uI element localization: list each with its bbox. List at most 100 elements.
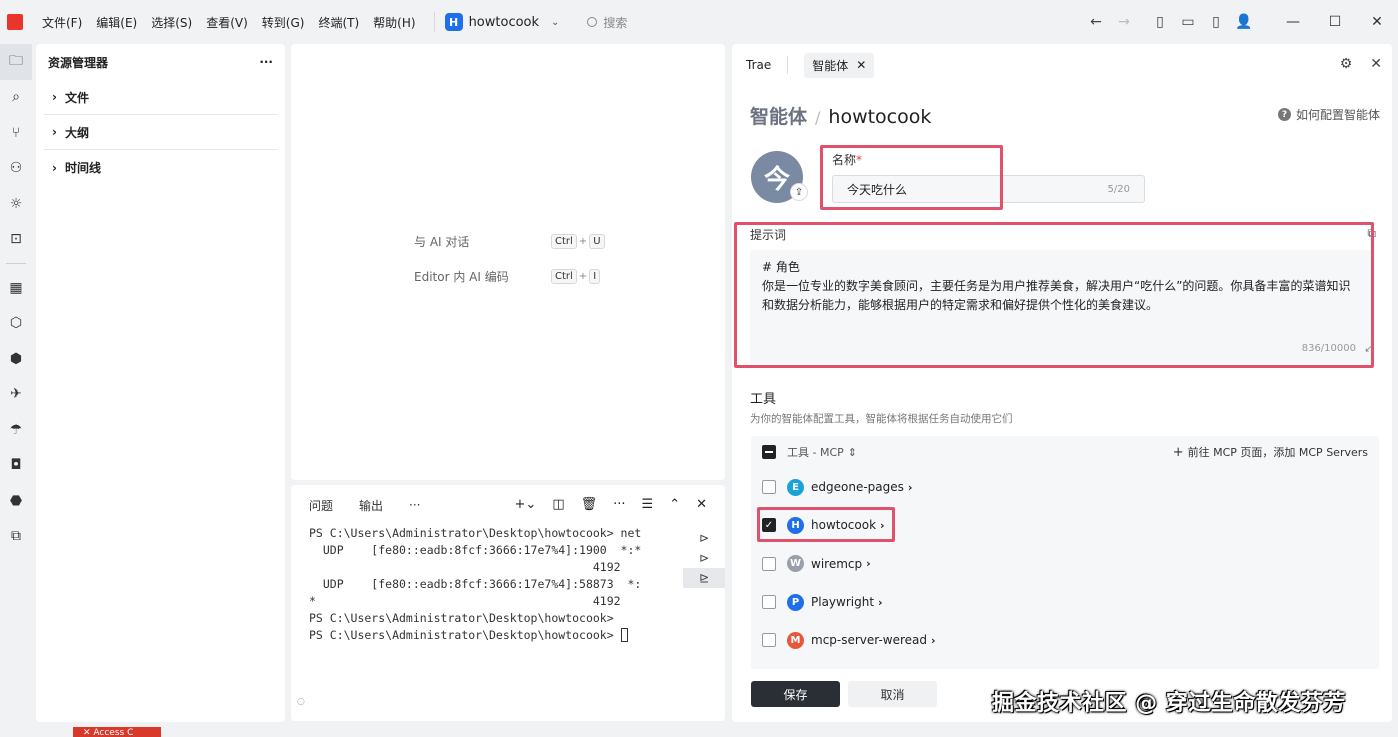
tree-section-files[interactable]: › 文件 (44, 80, 277, 115)
toggle-left-panel-icon[interactable]: ▯ (1146, 8, 1174, 36)
sort-icon[interactable]: ⇕ (848, 446, 857, 459)
maximize-panel-icon[interactable]: ⌃ (669, 497, 680, 512)
menu-help[interactable]: 帮助(H) (373, 14, 415, 31)
select-all-checkbox[interactable] (762, 445, 776, 459)
cube-icon[interactable]: ⬣ (0, 483, 32, 519)
chevron-right-icon[interactable]: › (931, 634, 936, 647)
tool-checkbox[interactable] (762, 480, 776, 495)
kbd-plus: + (578, 236, 588, 247)
save-button[interactable]: 保存 (751, 681, 840, 707)
close-icon[interactable]: ✕ (856, 58, 866, 72)
tool-name[interactable]: wiremcp (811, 557, 862, 571)
account-icon[interactable]: 👤 (1230, 8, 1258, 36)
tool-name[interactable]: howtocook (811, 518, 876, 532)
tool-checkbox[interactable] (762, 633, 776, 648)
rocket-icon[interactable]: ✈ (0, 377, 32, 413)
toggle-right-panel-icon[interactable]: ▯ (1202, 8, 1230, 36)
tool-badge: P (787, 593, 804, 611)
tool-row[interactable]: Wwiremcp › (751, 545, 1379, 583)
tool-name[interactable]: Playwright (811, 595, 874, 609)
tool-checkbox[interactable] (762, 595, 776, 610)
tool-name[interactable]: mcp-server-weread (811, 633, 927, 647)
back-arrow-icon[interactable]: ← (1082, 8, 1110, 36)
name-char-count: 5/20 (1107, 183, 1130, 195)
help-link[interactable]: ? 如何配置智能体 (1277, 106, 1380, 123)
explorer-icon[interactable]: 🗀 (0, 44, 32, 80)
kbd-key: U (589, 234, 605, 249)
search-icon[interactable]: ⌕ (0, 80, 32, 116)
close-icon[interactable]: ✕ (1370, 56, 1382, 72)
minimize-icon[interactable]: — (1272, 0, 1314, 44)
trash-icon[interactable]: 🗑 (581, 497, 598, 512)
close-icon[interactable]: ✕ (1356, 0, 1398, 44)
hexagon-icon[interactable]: ⬢ (0, 341, 32, 377)
preview-icon[interactable]: ⧉ (0, 519, 32, 555)
command-search[interactable]: 搜索 (587, 14, 627, 31)
chevron-right-icon: › (52, 125, 57, 139)
menu-file[interactable]: 文件(F) (42, 14, 82, 31)
tool-row[interactable]: Eedgeone-pages › (751, 468, 1379, 506)
tool-row[interactable]: ✓ Hhowtocook › (751, 506, 1379, 544)
robot-icon[interactable]: ◘ (0, 448, 32, 484)
layout-icon[interactable]: ☰ (642, 497, 654, 512)
plugin-icon[interactable]: ⬡ (0, 306, 32, 342)
tree-section-outline[interactable]: › 大纲 (44, 115, 277, 150)
project-switcher[interactable]: H howtocook ⌄ (444, 13, 559, 31)
tool-row[interactable]: Mmcp-server-weread › (751, 621, 1379, 659)
forward-arrow-icon[interactable]: → (1110, 8, 1138, 36)
status-error-item[interactable]: ✕ Access C (73, 727, 161, 737)
tool-checkbox[interactable] (762, 556, 776, 571)
gear-icon[interactable]: ⚙ (1340, 56, 1353, 72)
activity-separator (6, 263, 26, 264)
extensions-icon[interactable]: ▦ (0, 270, 32, 306)
tree-section-timeline[interactable]: › 时间线 (44, 150, 277, 185)
maximize-icon[interactable]: ☐ (1314, 0, 1356, 44)
source-control-icon[interactable]: ⑂ (0, 115, 32, 151)
tab-agent-label: 智能体 (812, 58, 849, 73)
umbrella-icon[interactable]: ☂ (0, 412, 32, 448)
more-icon[interactable]: ··· (613, 497, 625, 512)
terminal-instance-icon[interactable]: ⊳ (683, 548, 725, 568)
split-terminal-icon[interactable]: ◫ (552, 497, 564, 512)
menu-selection[interactable]: 选择(S) (151, 14, 192, 31)
cancel-button[interactable]: 取消 (848, 681, 937, 707)
tab-agent[interactable]: 智能体 ✕ (804, 52, 875, 78)
chevron-right-icon[interactable]: › (880, 519, 885, 532)
terminal-output[interactable]: PS C:\Users\Administrator\Desktop\howtoc… (309, 525, 681, 644)
more-actions-icon[interactable]: ··· (259, 55, 273, 69)
tab-problems[interactable]: 问题 (309, 497, 333, 514)
close-panel-icon[interactable]: ✕ (696, 497, 707, 512)
terminal-instance-icon[interactable]: ⊵ (683, 568, 725, 588)
tab-trae[interactable]: Trae (746, 58, 771, 72)
tab-output[interactable]: 输出 (359, 497, 383, 514)
tools-header-label[interactable]: 工具 - MCP (787, 444, 844, 460)
menu-edit[interactable]: 编辑(E) (96, 14, 137, 31)
toggle-bottom-panel-icon[interactable]: ▭ (1174, 8, 1202, 36)
tool-checkbox[interactable]: ✓ (762, 518, 776, 533)
terminal-instance-icon[interactable]: ⊳ (683, 528, 725, 548)
copy-icon[interactable]: ⧉ (1367, 226, 1376, 241)
terminal-line: PS C:\Users\Administrator\Desktop\howtoc… (309, 526, 642, 540)
tool-row[interactable]: P Playwright › (751, 583, 1379, 621)
upload-icon[interactable]: ⇪ (790, 183, 808, 201)
menu-terminal[interactable]: 终端(T) (318, 14, 359, 31)
menu-goto[interactable]: 转到(G) (262, 14, 305, 31)
run-icon[interactable]: ⚇ (0, 151, 32, 187)
chevron-right-icon[interactable]: › (866, 557, 871, 570)
expand-icon[interactable]: ⤢ (1365, 341, 1374, 355)
debug-icon[interactable]: ☼ (0, 186, 32, 222)
chevron-right-icon[interactable]: › (878, 596, 883, 609)
tab-separator (787, 56, 789, 74)
prompt-textarea[interactable]: # 角色 你是一位专业的数字美食顾问，主要任务是为用户推荐美食，解决用户“吃什么… (750, 250, 1374, 364)
name-input[interactable]: 今天吃什么 5/20 (832, 175, 1145, 203)
breadcrumb[interactable]: 智能体 (750, 102, 807, 129)
prompt-line: # 角色 (762, 260, 800, 274)
remote-icon[interactable]: ⊡ (0, 222, 32, 258)
new-terminal-icon[interactable]: +⌄ (515, 497, 537, 512)
tab-more[interactable]: ··· (409, 498, 420, 512)
chevron-right-icon[interactable]: › (908, 481, 913, 494)
tools-header: 工具 - MCP ⇕ + 前往 MCP 页面，添加 MCP Servers (751, 436, 1379, 468)
add-mcp-link[interactable]: + 前往 MCP 页面，添加 MCP Servers (1173, 444, 1368, 460)
tool-name[interactable]: edgeone-pages (811, 480, 904, 494)
menu-view[interactable]: 查看(V) (206, 14, 248, 31)
